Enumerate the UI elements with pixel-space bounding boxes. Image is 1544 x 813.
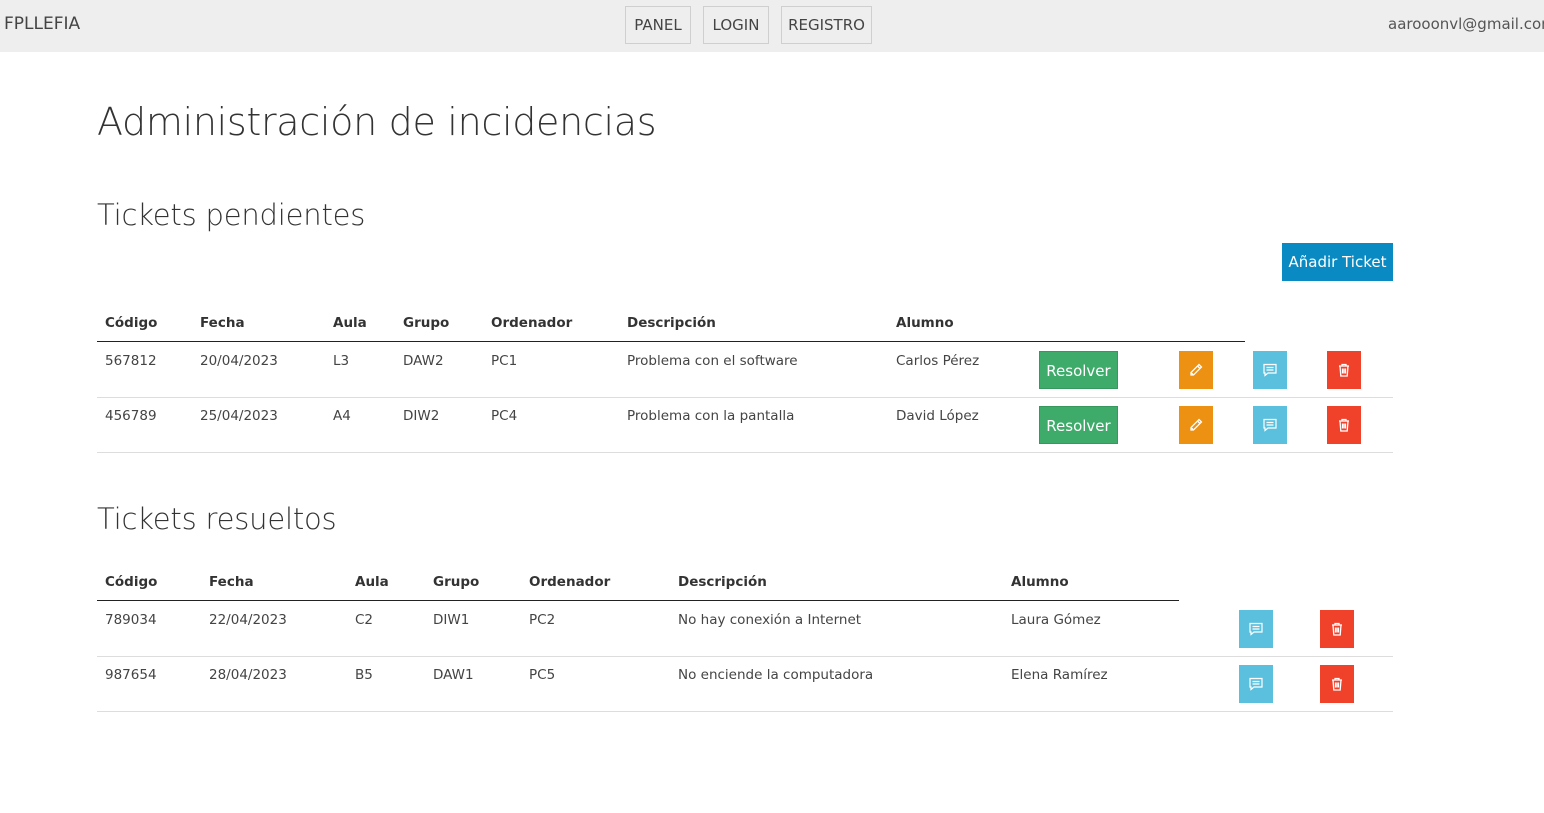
cell-descripcion: Problema con la pantalla bbox=[627, 408, 795, 424]
cell-alumno: Laura Gómez bbox=[1011, 612, 1101, 628]
cell-ordenador: PC1 bbox=[491, 353, 518, 369]
comment-button[interactable] bbox=[1239, 665, 1273, 703]
cell-grupo: DIW1 bbox=[433, 612, 470, 628]
cell-fecha: 25/04/2023 bbox=[200, 408, 278, 424]
trash-icon bbox=[1339, 418, 1349, 432]
delete-button[interactable] bbox=[1320, 610, 1354, 648]
resolved-section-title: Tickets resueltos bbox=[97, 502, 337, 536]
column-header-alumno: Alumno bbox=[896, 315, 954, 331]
cell-fecha: 28/04/2023 bbox=[209, 667, 287, 683]
table-header: Código Fecha Aula Grupo Ordenador Descri… bbox=[97, 565, 1179, 601]
pending-section-title: Tickets pendientes bbox=[97, 198, 366, 232]
cell-alumno: Carlos Pérez bbox=[896, 353, 980, 369]
column-header-descripcion: Descripción bbox=[678, 574, 767, 590]
column-header-aula: Aula bbox=[333, 315, 367, 331]
user-email: aarooonvl@gmail.com bbox=[1388, 15, 1544, 33]
cell-aula: A4 bbox=[333, 408, 351, 424]
comment-button[interactable] bbox=[1253, 351, 1287, 389]
cell-grupo: DAW1 bbox=[433, 667, 474, 683]
comment-button[interactable] bbox=[1253, 406, 1287, 444]
comment-button[interactable] bbox=[1239, 610, 1273, 648]
comment-icon bbox=[1249, 622, 1263, 636]
column-header-codigo: Código bbox=[105, 315, 158, 331]
cell-alumno: Elena Ramírez bbox=[1011, 667, 1108, 683]
cell-descripcion: No enciende la computadora bbox=[678, 667, 874, 683]
cell-ordenador: PC2 bbox=[529, 612, 556, 628]
column-header-alumno: Alumno bbox=[1011, 574, 1069, 590]
cell-ordenador: PC4 bbox=[491, 408, 518, 424]
column-header-ordenador: Ordenador bbox=[491, 315, 573, 331]
column-header-aula: Aula bbox=[355, 574, 389, 590]
cell-aula: L3 bbox=[333, 353, 350, 369]
column-header-grupo: Grupo bbox=[403, 315, 450, 331]
delete-button[interactable] bbox=[1327, 351, 1361, 389]
page-title: Administración de incidencias bbox=[97, 100, 657, 144]
edit-button[interactable] bbox=[1179, 351, 1213, 389]
cell-aula: B5 bbox=[355, 667, 373, 683]
table-row: 456789 25/04/2023 A4 DIW2 PC4 Problema con la… bbox=[97, 398, 1393, 453]
resolve-button[interactable]: Resolver bbox=[1039, 351, 1118, 389]
table-header: Código Fecha Aula Grupo Ordenador Descri… bbox=[97, 306, 1245, 342]
comment-icon bbox=[1263, 363, 1277, 377]
column-header-codigo: Código bbox=[105, 574, 158, 590]
brand-logo[interactable]: FPLLEFIA bbox=[4, 14, 80, 34]
column-header-grupo: Grupo bbox=[433, 574, 480, 590]
table-row: 789034 22/04/2023 C2 DIW1 PC2 No hay conexión… bbox=[97, 602, 1393, 657]
cell-fecha: 20/04/2023 bbox=[200, 353, 278, 369]
column-header-fecha: Fecha bbox=[209, 574, 254, 590]
comment-icon bbox=[1249, 677, 1263, 691]
navbar: FPLLEFIA PANEL LOGIN REGISTRO aarooonvl@… bbox=[0, 0, 1544, 52]
cell-descripcion: No hay conexión a Internet bbox=[678, 612, 862, 628]
cell-ordenador: PC5 bbox=[529, 667, 556, 683]
cell-codigo: 987654 bbox=[105, 667, 157, 683]
cell-codigo: 567812 bbox=[105, 353, 157, 369]
trash-icon bbox=[1332, 677, 1342, 691]
delete-button[interactable] bbox=[1327, 406, 1361, 444]
edit-button[interactable] bbox=[1179, 406, 1213, 444]
cell-codigo: 456789 bbox=[105, 408, 157, 424]
cell-grupo: DIW2 bbox=[403, 408, 440, 424]
nav-registro-button[interactable]: REGISTRO bbox=[781, 6, 872, 44]
trash-icon bbox=[1332, 622, 1342, 636]
pencil-icon bbox=[1190, 418, 1203, 431]
cell-grupo: DAW2 bbox=[403, 353, 444, 369]
comment-icon bbox=[1263, 418, 1277, 432]
cell-fecha: 22/04/2023 bbox=[209, 612, 287, 628]
table-row: 987654 28/04/2023 B5 DAW1 PC5 No enciende la … bbox=[97, 657, 1393, 712]
pencil-icon bbox=[1190, 363, 1203, 376]
cell-alumno: David López bbox=[896, 408, 979, 424]
delete-button[interactable] bbox=[1320, 665, 1354, 703]
column-header-fecha: Fecha bbox=[200, 315, 245, 331]
column-header-ordenador: Ordenador bbox=[529, 574, 611, 590]
table-row: 567812 20/04/2023 L3 DAW2 PC1 Problema con el… bbox=[97, 343, 1393, 398]
column-header-descripcion: Descripción bbox=[627, 315, 716, 331]
cell-codigo: 789034 bbox=[105, 612, 157, 628]
resolve-button[interactable]: Resolver bbox=[1039, 406, 1118, 444]
trash-icon bbox=[1339, 363, 1349, 377]
nav-login-button[interactable]: LOGIN bbox=[703, 6, 769, 44]
nav-panel-button[interactable]: PANEL bbox=[625, 6, 691, 44]
add-ticket-button[interactable]: Añadir Ticket bbox=[1282, 243, 1393, 281]
cell-descripcion: Problema con el software bbox=[627, 353, 798, 369]
cell-aula: C2 bbox=[355, 612, 374, 628]
